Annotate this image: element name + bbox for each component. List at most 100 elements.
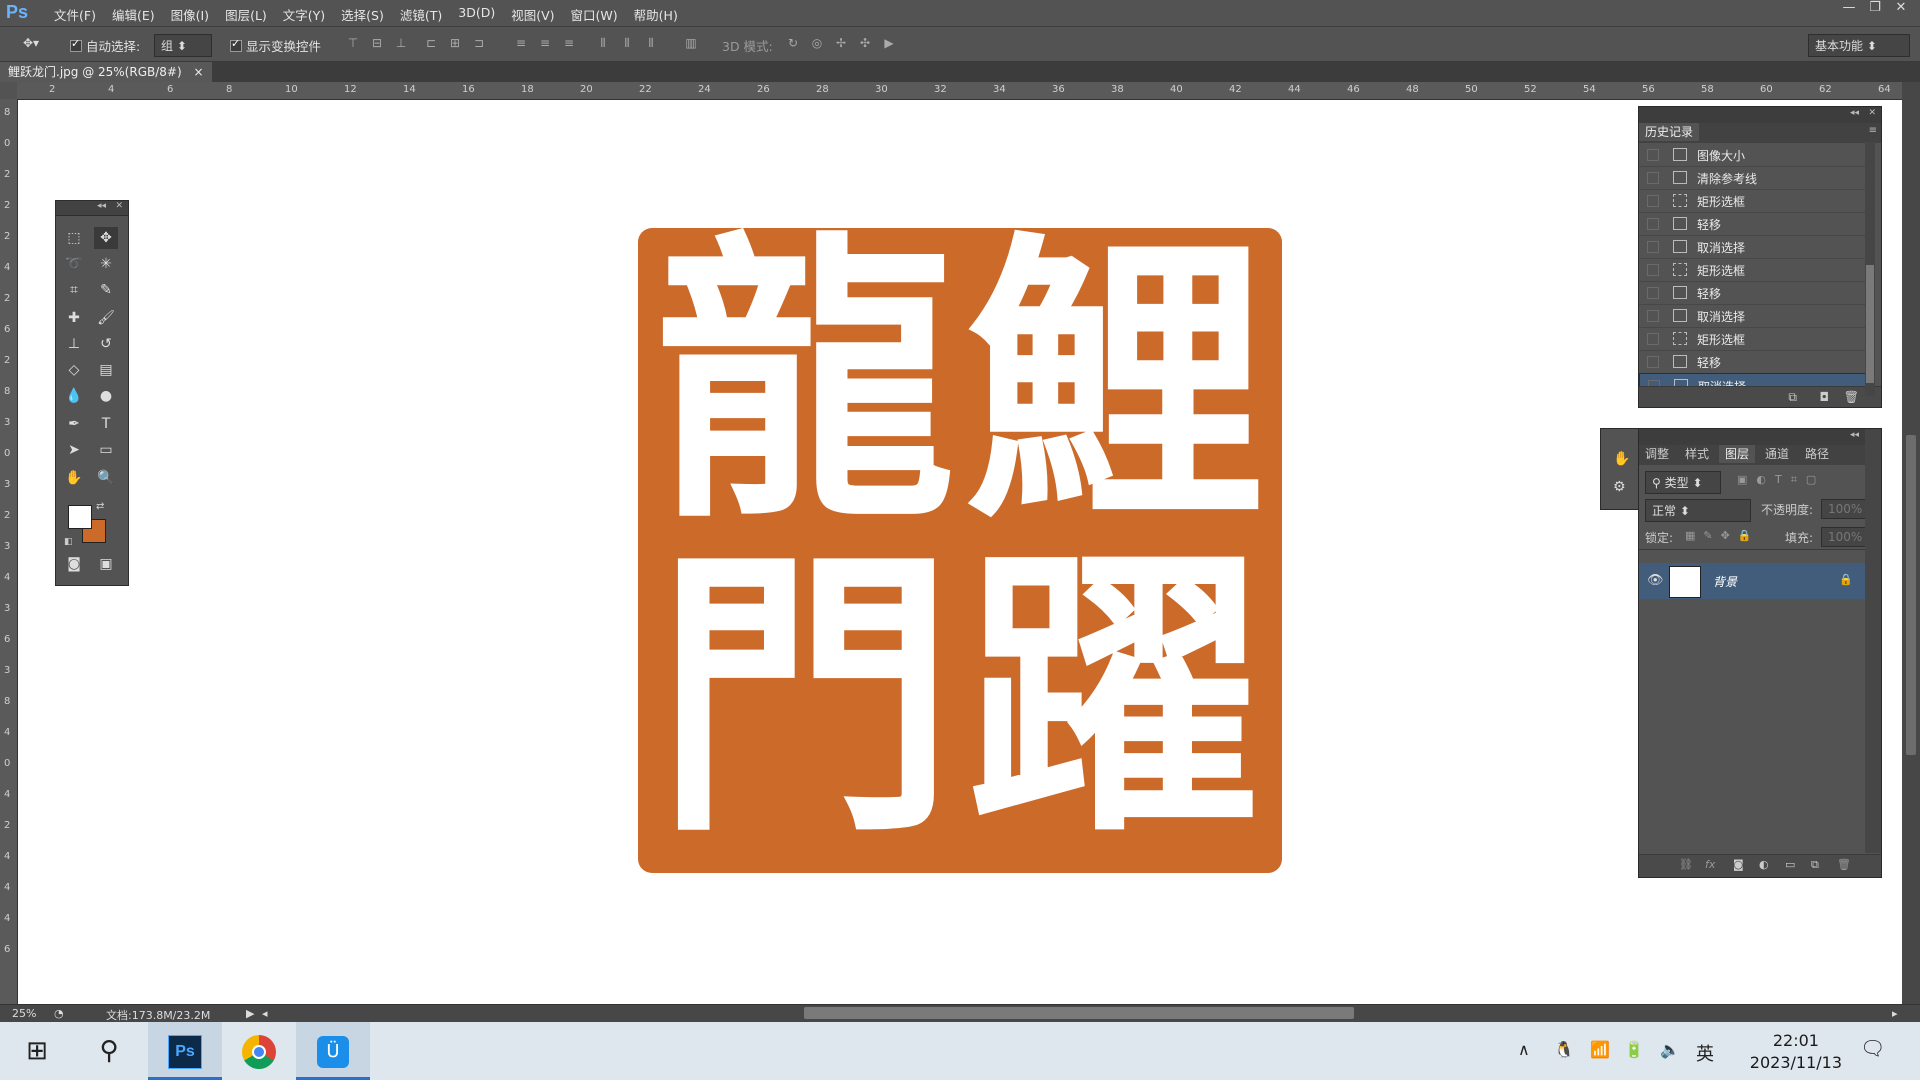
qq-tray-icon[interactable]: 🐧 (1554, 1040, 1574, 1059)
new-document-from-state-icon[interactable]: ⧉ (1788, 390, 1797, 405)
menu-image[interactable]: 图像(I) (163, 5, 217, 24)
rectangle-tool-icon[interactable]: ▭ (94, 439, 118, 461)
workspace-dropdown[interactable]: 基本功能 ⬍ (1808, 34, 1910, 57)
layer-name[interactable]: 背景 (1713, 573, 1737, 590)
hand-tool-icon[interactable]: ✋ (62, 467, 86, 489)
history-brush-source-checkbox[interactable] (1647, 218, 1659, 230)
auto-select-dropdown[interactable]: 组 ⬍ (154, 34, 212, 57)
healing-brush-tool-icon[interactable]: ✚ (62, 307, 86, 329)
menu-window[interactable]: 窗口(W) (563, 5, 626, 24)
clone-stamp-tool-icon[interactable]: ⊥ (62, 333, 86, 355)
tab-channels[interactable]: 通道 (1759, 445, 1795, 463)
add-mask-icon[interactable]: ◙ (1733, 858, 1744, 871)
history-brush-source-checkbox[interactable] (1647, 172, 1659, 184)
history-state-row[interactable]: 图像大小 (1639, 143, 1865, 167)
pen-tool-icon[interactable]: ✒ (62, 413, 86, 435)
history-brush-source-checkbox[interactable] (1647, 356, 1659, 368)
eyedropper-tool-icon[interactable]: ✎ (94, 279, 118, 301)
battery-icon[interactable]: 🔋 (1624, 1040, 1644, 1059)
hand-panel-icon[interactable]: ✋ (1613, 451, 1630, 467)
auto-align-icon[interactable]: ▥ (684, 36, 698, 50)
lock-icons[interactable]: ▦✎✥🔒 (1685, 529, 1760, 542)
collapse-icon[interactable]: ◂◂ (1850, 108, 1859, 118)
history-brush-source-checkbox[interactable] (1647, 195, 1659, 207)
search-icon[interactable]: ⚲ (72, 1022, 146, 1080)
layer-filter-icons[interactable]: ▣◐T⌗▢ (1737, 473, 1825, 487)
history-state-row[interactable]: 矩形选框 (1639, 189, 1865, 213)
link-layers-icon[interactable]: ⛓ (1679, 858, 1693, 871)
history-state-row[interactable]: 轻移 (1639, 281, 1865, 305)
layers-panel-topbar[interactable]: ◂◂ ✕ (1639, 429, 1881, 445)
close-icon[interactable]: ✕ (115, 201, 123, 211)
menu-edit[interactable]: 编辑(E) (104, 5, 163, 24)
panel-menu-icon[interactable]: ≡ (1869, 125, 1877, 136)
scroll-left-arrow-icon[interactable]: ◂ (262, 1007, 268, 1020)
show-hidden-icons-chevron-icon[interactable]: ∧ (1518, 1040, 1530, 1059)
delete-layer-trash-icon[interactable]: 🗑 (1837, 858, 1851, 871)
default-colors-icon[interactable]: ◧ (64, 537, 73, 547)
blur-tool-icon[interactable]: 💧 (62, 385, 86, 407)
clock[interactable]: 22:01 2023/11/13 (1750, 1030, 1842, 1074)
notification-center-icon[interactable]: 🗨 (1860, 1036, 1885, 1060)
menu-view[interactable]: 视图(V) (503, 5, 562, 24)
history-state-row[interactable]: 轻移 (1639, 212, 1865, 236)
close-tab-icon[interactable]: × (193, 65, 203, 79)
visibility-eye-icon[interactable]: 👁 (1647, 573, 1664, 588)
history-brush-source-checkbox[interactable] (1647, 149, 1659, 161)
history-brush-source-checkbox[interactable] (1647, 310, 1659, 322)
menu-file[interactable]: 文件(F) (46, 5, 104, 24)
history-state-row[interactable]: 清除参考线 (1639, 166, 1865, 190)
screen-mode-icon[interactable]: ▣ (94, 553, 118, 575)
swap-colors-icon[interactable]: ⇄ (96, 501, 104, 512)
show-transform-checkbox[interactable]: 显示变换控件 (230, 36, 321, 55)
document-tab[interactable]: 鲤跃龙门.jpg @ 25%(RGB/8#) × (0, 62, 212, 82)
3d-roll-icon[interactable]: ◎ (810, 36, 824, 50)
3d-scale-icon[interactable]: ▶ (882, 36, 896, 50)
dodge-tool-icon[interactable]: ● (94, 385, 118, 407)
move-tool-preset-icon[interactable]: ✥▾ (20, 36, 42, 50)
minimize-button[interactable]: — (1836, 0, 1862, 18)
history-state-row[interactable]: 取消选择 (1639, 304, 1865, 328)
brush-tool-icon[interactable]: 🖌 (94, 307, 118, 329)
tab-history[interactable]: 历史记录 (1639, 123, 1700, 141)
distribute-right-icon[interactable]: ⫴ (644, 36, 658, 50)
zoom-level[interactable]: 25% (12, 1007, 36, 1020)
windows-start-icon[interactable]: ⊞ (0, 1022, 74, 1080)
gradient-tool-icon[interactable]: ▤ (94, 359, 118, 381)
layer-row-background[interactable]: 👁 背景 🔒 (1639, 563, 1865, 599)
distribute-vcenter-icon[interactable]: ≡ (538, 36, 552, 50)
scroll-right-arrow-icon[interactable]: ▸ (1892, 1007, 1898, 1020)
distribute-bottom-icon[interactable]: ≡ (562, 36, 576, 50)
restore-button[interactable]: ❐ (1862, 0, 1888, 18)
taskbar-chrome[interactable] (222, 1022, 296, 1080)
tab-styles[interactable]: 样式 (1679, 445, 1715, 463)
layer-filter-dropdown[interactable]: ⚲ 类型 ⬍ (1645, 471, 1721, 494)
menu-select[interactable]: 选择(S) (333, 5, 392, 24)
history-state-row[interactable]: 轻移 (1639, 350, 1865, 374)
foreground-color-swatch[interactable] (68, 505, 92, 529)
blend-mode-dropdown[interactable]: 正常 ⬍ (1645, 499, 1751, 522)
menu-type[interactable]: 文字(Y) (275, 5, 333, 24)
snapshot-camera-icon[interactable]: ◘ (1820, 390, 1830, 404)
distribute-left-icon[interactable]: ⫴ (596, 36, 610, 50)
history-brush-source-checkbox[interactable] (1647, 333, 1659, 345)
wifi-icon[interactable]: 📶 (1590, 1040, 1610, 1059)
history-state-row[interactable]: 取消选择 (1639, 235, 1865, 259)
fx-icon[interactable]: fx (1705, 858, 1715, 871)
lasso-tool-icon[interactable]: ➰ (62, 253, 86, 275)
3d-pan-icon[interactable]: ✢ (834, 36, 848, 50)
tab-adjustments[interactable]: 调整 (1639, 445, 1675, 463)
canvas-horizontal-scrollbar-thumb[interactable] (804, 1007, 1354, 1019)
tab-layers[interactable]: 图层 (1719, 445, 1756, 463)
marquee-tool-icon[interactable]: ⬚ (62, 227, 86, 249)
align-bottom-icon[interactable]: ⊥ (394, 36, 408, 50)
move-tool-icon[interactable]: ✥ (94, 227, 118, 249)
delete-state-trash-icon[interactable]: 🗑 (1844, 390, 1859, 404)
align-hcenter-icon[interactable]: ⊞ (448, 36, 462, 50)
ime-indicator[interactable]: 英 (1696, 1040, 1714, 1066)
layers-scrollbar[interactable] (1865, 429, 1881, 853)
properties-panel-icon[interactable]: ⚙ (1613, 479, 1626, 495)
history-state-row[interactable]: 矩形选框 (1639, 327, 1865, 351)
volume-icon[interactable]: 🔈 (1660, 1040, 1680, 1059)
align-top-icon[interactable]: ⊤ (346, 36, 360, 50)
